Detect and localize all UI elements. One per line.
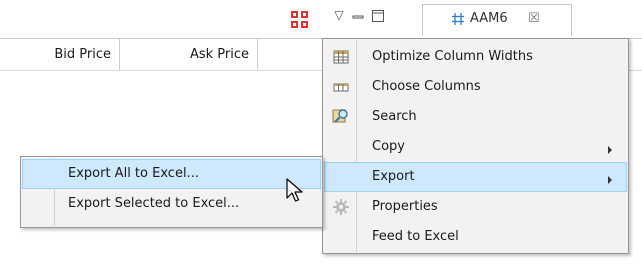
menu-item-label: Export Selected to Excel... [68, 196, 240, 211]
grid-hash-icon [451, 12, 465, 26]
menu-item-label: Export [372, 169, 415, 184]
menu-item-label: Export All to Excel... [68, 166, 199, 181]
column-widths-icon [332, 48, 350, 66]
menu-item-feed-to-excel[interactable] [324, 222, 627, 252]
columns-icon [332, 78, 350, 96]
grid-layout-icon[interactable] [290, 10, 310, 30]
column-header-bid-price[interactable]: Bid Price [0, 39, 120, 71]
menu-item-export[interactable] [324, 162, 627, 192]
column-header-ask-price[interactable]: Ask Price [120, 39, 258, 71]
mouse-cursor-icon [286, 178, 306, 204]
view-menu-icon[interactable]: ▽ [331, 8, 347, 22]
menu-item-copy[interactable] [324, 132, 627, 162]
submenu-arrow-icon [606, 173, 614, 184]
menu-item-label: Choose Columns [372, 79, 481, 94]
menu-item-label: Search [372, 109, 417, 124]
menu-item-label: Feed to Excel [372, 229, 459, 244]
search-icon [332, 107, 350, 125]
close-icon[interactable]: ☒ [528, 10, 540, 28]
minimize-icon[interactable] [350, 10, 366, 24]
menu-item-label: Properties [372, 199, 438, 214]
menu-item-label: Copy [372, 139, 405, 154]
submenu-arrow-icon [606, 143, 614, 154]
tab-label: AAM6 [470, 11, 508, 26]
menu-item-label: Optimize Column Widths [372, 49, 533, 64]
maximize-icon[interactable] [371, 9, 385, 23]
gear-icon [332, 198, 350, 216]
menu-item-search[interactable] [324, 102, 627, 132]
menu-item-properties[interactable] [324, 192, 627, 222]
